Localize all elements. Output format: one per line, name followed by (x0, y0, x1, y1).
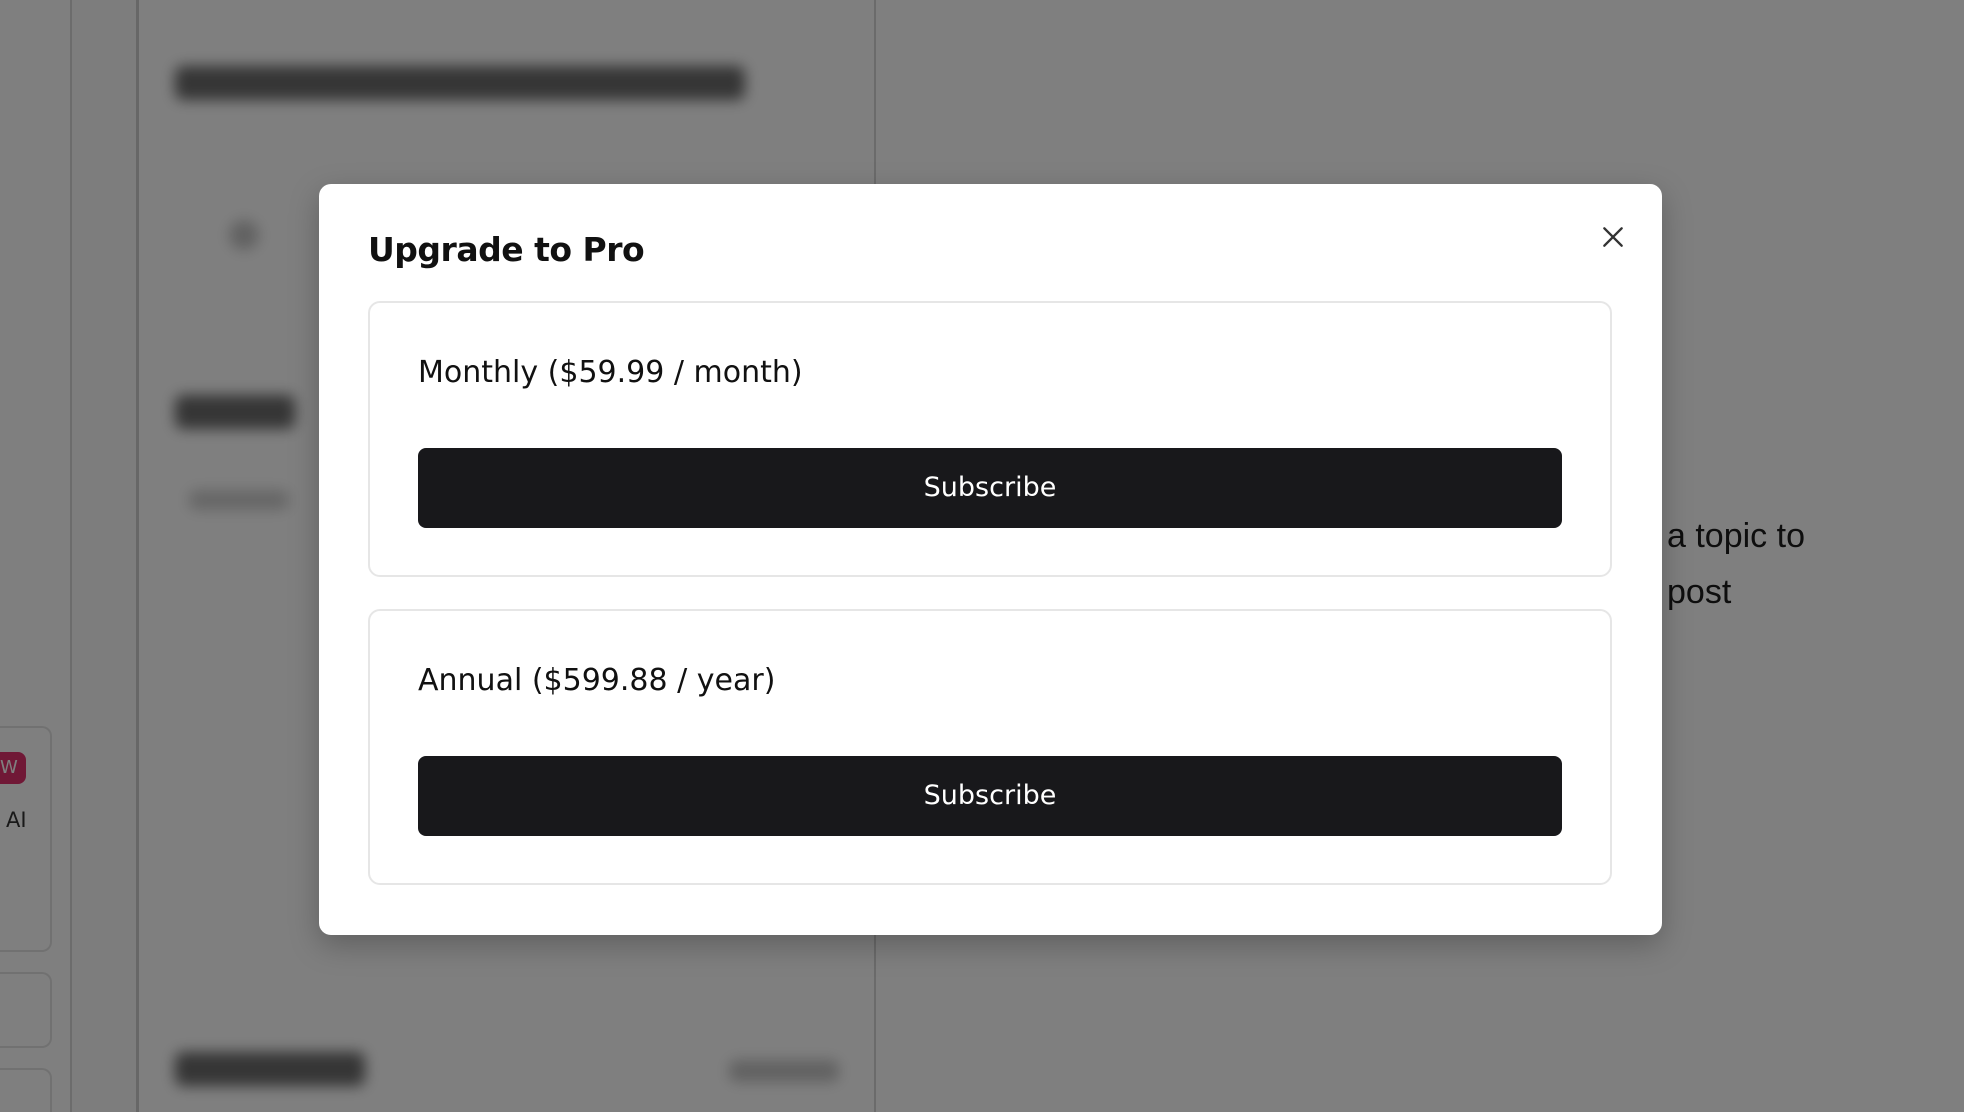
app-screen: W AI a topic to post Upgrade to Pro Mont… (0, 0, 1964, 1112)
subscribe-monthly-button[interactable]: Subscribe (418, 448, 1562, 528)
close-button[interactable] (1596, 220, 1630, 254)
modal-title: Upgrade to Pro (368, 230, 645, 269)
plan-label: Annual ($599.88 / year) (418, 663, 776, 698)
plan-label: Monthly ($59.99 / month) (418, 355, 803, 390)
plan-card-annual: Annual ($599.88 / year) Subscribe (368, 609, 1612, 885)
upgrade-modal: Upgrade to Pro Monthly ($59.99 / month) … (319, 184, 1662, 935)
close-icon (1603, 227, 1623, 247)
subscribe-annual-button[interactable]: Subscribe (418, 756, 1562, 836)
plan-card-monthly: Monthly ($59.99 / month) Subscribe (368, 301, 1612, 577)
